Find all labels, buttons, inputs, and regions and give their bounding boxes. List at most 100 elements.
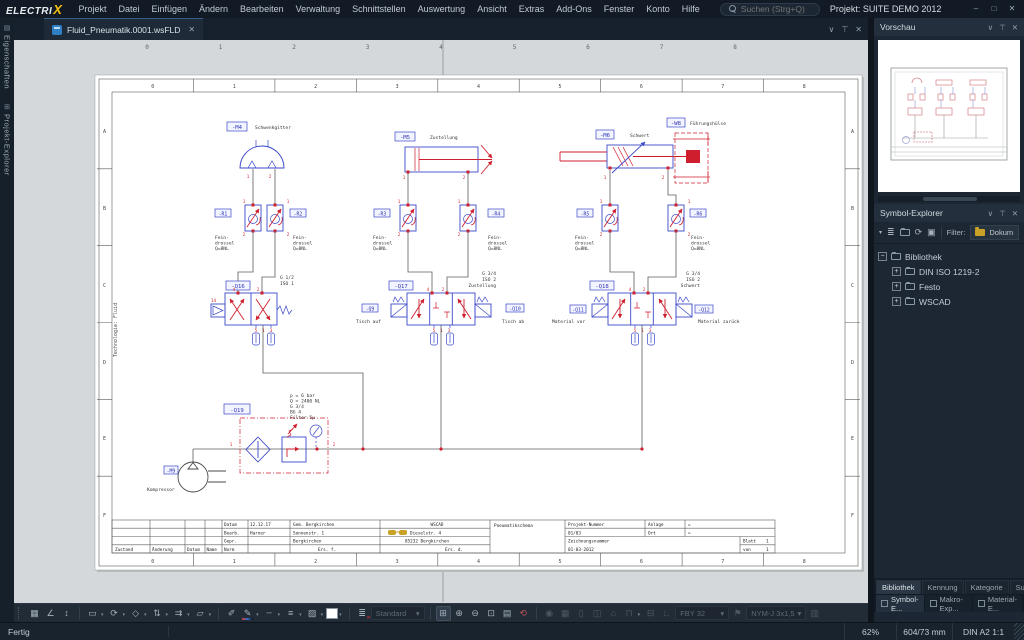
snap-grid-toggle[interactable]: ⊞ — [435, 605, 451, 621]
report-tool-icon[interactable]: ▥ — [807, 606, 822, 621]
menu-hilfe[interactable]: Hilfe — [676, 4, 706, 14]
new-folder-icon[interactable] — [899, 228, 910, 236]
potential-tool-icon[interactable]: ◉ — [542, 606, 557, 621]
grid-tool-icon[interactable]: ▦ — [27, 606, 42, 621]
zoom-page-icon[interactable]: ▤ — [500, 606, 515, 621]
pane-menu-icon[interactable]: ∨ — [828, 25, 834, 34]
menu-verwaltung[interactable]: Verwaltung — [290, 4, 347, 14]
resize-grip-icon[interactable] — [1014, 622, 1024, 640]
explorer-menu-icon[interactable]: ∨ — [988, 209, 994, 218]
terminal-tool-icon[interactable]: ⊟ — [643, 606, 658, 621]
expand-icon[interactable]: + — [892, 267, 901, 276]
menu-projekt[interactable]: Projekt — [72, 4, 112, 14]
roof-tool-icon[interactable]: ⌂ — [606, 606, 621, 621]
fill-tool-icon[interactable]: ▨ — [305, 606, 320, 621]
menu-addons[interactable]: Add-Ons — [550, 4, 598, 14]
explorer-close-icon[interactable]: ✕ — [1012, 209, 1018, 218]
page-split-icon[interactable]: ◫ — [590, 606, 605, 621]
pipette-tool-icon[interactable]: ✐ — [224, 606, 239, 621]
expand-icon[interactable]: + — [892, 282, 901, 291]
pane-pin-icon[interactable]: ⊤ — [841, 25, 848, 34]
zoom-level[interactable]: 62% — [844, 622, 896, 640]
symbol-explorer-header[interactable]: Symbol-Explorer ∨ ⊤ ✕ — [874, 204, 1024, 222]
select-tool-icon[interactable]: ▭ — [85, 606, 100, 621]
refresh-icon[interactable]: ⟳ — [915, 227, 923, 238]
rotate-tool-icon[interactable]: ⟳ — [107, 606, 122, 621]
distribute-dropdown-icon[interactable]: ▾ — [187, 612, 190, 618]
line-width-icon[interactable]: ≡ — [283, 606, 298, 621]
maximize-icon[interactable]: □ — [986, 2, 1002, 16]
explorer-pin-icon[interactable]: ⊤ — [999, 209, 1006, 218]
flag-tool-icon[interactable]: ⚑ — [730, 606, 745, 621]
tree-item-bibliothek[interactable]: − Bibliothek — [878, 249, 1020, 264]
fluid-schematic-svg[interactable]: 0 1 2 3 4 5 6 7 8 0 1 2 3 4 5 6 7 8 0 1 — [14, 40, 868, 603]
panel-tab-material-explorer[interactable]: Material-E... — [972, 595, 1022, 613]
filter-lines-icon[interactable]: ≣ — [887, 227, 895, 238]
tab-close-icon[interactable]: ✕ — [188, 25, 195, 34]
menu-extras[interactable]: Extras — [513, 4, 551, 14]
panel-tab-symbol-explorer[interactable]: Symbol-E... — [876, 595, 924, 613]
zoom-in-icon[interactable]: ⊕ — [452, 606, 467, 621]
menu-datei[interactable]: Datei — [112, 4, 145, 14]
menu-auswertung[interactable]: Auswertung — [412, 4, 472, 14]
color-swatch[interactable] — [326, 607, 339, 619]
drawing-canvas[interactable]: 0 1 2 3 4 5 6 7 8 0 1 2 3 4 5 6 7 8 0 1 — [14, 40, 868, 603]
menu-konto[interactable]: Konto — [640, 4, 676, 14]
zoom-out-icon[interactable]: ⊖ — [468, 606, 483, 621]
collapse-icon[interactable]: − — [878, 252, 887, 261]
tree-item-wscad[interactable]: + WSCAD — [878, 294, 1020, 309]
tree-item-din-iso[interactable]: + DIN ISO 1219-2 — [878, 264, 1020, 279]
line-style-dropdown-icon[interactable]: ▾ — [278, 612, 281, 618]
wire-angle-icon[interactable]: ∟ — [659, 606, 674, 621]
angle-tool-icon[interactable]: ∠ — [43, 606, 58, 621]
measure-tool-icon[interactable]: ↕ — [59, 606, 74, 621]
rotate-dropdown-icon[interactable]: ▾ — [123, 612, 126, 618]
tab-kennung[interactable]: Kennung — [921, 580, 964, 594]
wire-type-select[interactable]: NYM-J 3x1,5 ▾ — [746, 606, 807, 620]
sidebar-item-eigenschaften[interactable]: ▤ Eigenschaften — [3, 24, 12, 89]
cable-type-select[interactable]: FBY 32 ▾ — [675, 606, 730, 620]
mirror-tool-icon[interactable]: ◇ — [128, 606, 143, 621]
preview-hscrollbar[interactable] — [878, 196, 1020, 202]
tab-fluid-pneumatik[interactable]: Fluid_Pneumatik.0001.wsFLD ✕ — [44, 18, 204, 40]
wire-path-dropdown-icon[interactable]: ▾ — [638, 612, 641, 618]
tab-bibliothek[interactable]: Bibliothek — [876, 580, 921, 594]
select-dropdown-icon[interactable]: ▾ — [101, 612, 104, 618]
page-portrait-icon[interactable]: ▯ — [574, 606, 589, 621]
global-search[interactable] — [719, 2, 821, 16]
cabinet-tool-icon[interactable]: ▦ — [558, 606, 573, 621]
close-icon[interactable]: ✕ — [1004, 2, 1020, 16]
group-tool-icon[interactable]: ▱ — [193, 606, 208, 621]
color-dropdown-icon[interactable]: ▾ — [339, 612, 342, 618]
vorschau-header[interactable]: Vorschau ∨ ⊤ ✕ — [874, 18, 1024, 36]
wire-path-icon[interactable]: ⊓ — [622, 606, 637, 621]
pane-close-icon[interactable]: ✕ — [855, 25, 862, 34]
menu-aendern[interactable]: Ändern — [193, 4, 234, 14]
vorschau-menu-icon[interactable]: ∨ — [988, 23, 994, 32]
preview-thumbnail[interactable] — [878, 40, 1020, 192]
vorschau-pin-icon[interactable]: ⊤ — [999, 23, 1006, 32]
group-dropdown-icon[interactable]: ▾ — [209, 612, 212, 618]
menu-schnittstellen[interactable]: Schnittstellen — [346, 4, 412, 14]
redraw-icon[interactable]: ⟲ — [516, 606, 531, 621]
line-style-icon[interactable]: ┄ — [262, 606, 277, 621]
filter-select[interactable]: Dokum — [970, 225, 1019, 240]
tree-item-festo[interactable]: + Festo — [878, 279, 1020, 294]
scroll-thumb[interactable] — [923, 197, 978, 201]
pen-color-icon[interactable]: ✎ — [240, 606, 255, 621]
fill-dropdown-icon[interactable]: ▾ — [321, 612, 324, 618]
sidebar-item-projekt-explorer[interactable]: ⊞ Projekt-Explorer — [3, 103, 12, 176]
expand-icon[interactable]: + — [892, 297, 901, 306]
menu-einfuegen[interactable]: Einfügen — [145, 4, 193, 14]
pen-dropdown-icon[interactable]: ▾ — [256, 612, 259, 618]
explorer-dropdown-icon[interactable]: ▾ — [879, 229, 882, 236]
layer-select[interactable]: Standard ▾ — [370, 606, 425, 620]
copy-icon[interactable]: ▣ — [927, 227, 936, 238]
search-input[interactable] — [740, 4, 821, 14]
menu-ansicht[interactable]: Ansicht — [471, 4, 513, 14]
line-width-dropdown-icon[interactable]: ▾ — [299, 612, 302, 618]
menu-fenster[interactable]: Fenster — [598, 4, 641, 14]
menu-bearbeiten[interactable]: Bearbeiten — [234, 4, 290, 14]
distribute-tool-icon[interactable]: ⇉ — [171, 606, 186, 621]
layers-icon[interactable]: ≣ ✕ — [355, 606, 370, 621]
